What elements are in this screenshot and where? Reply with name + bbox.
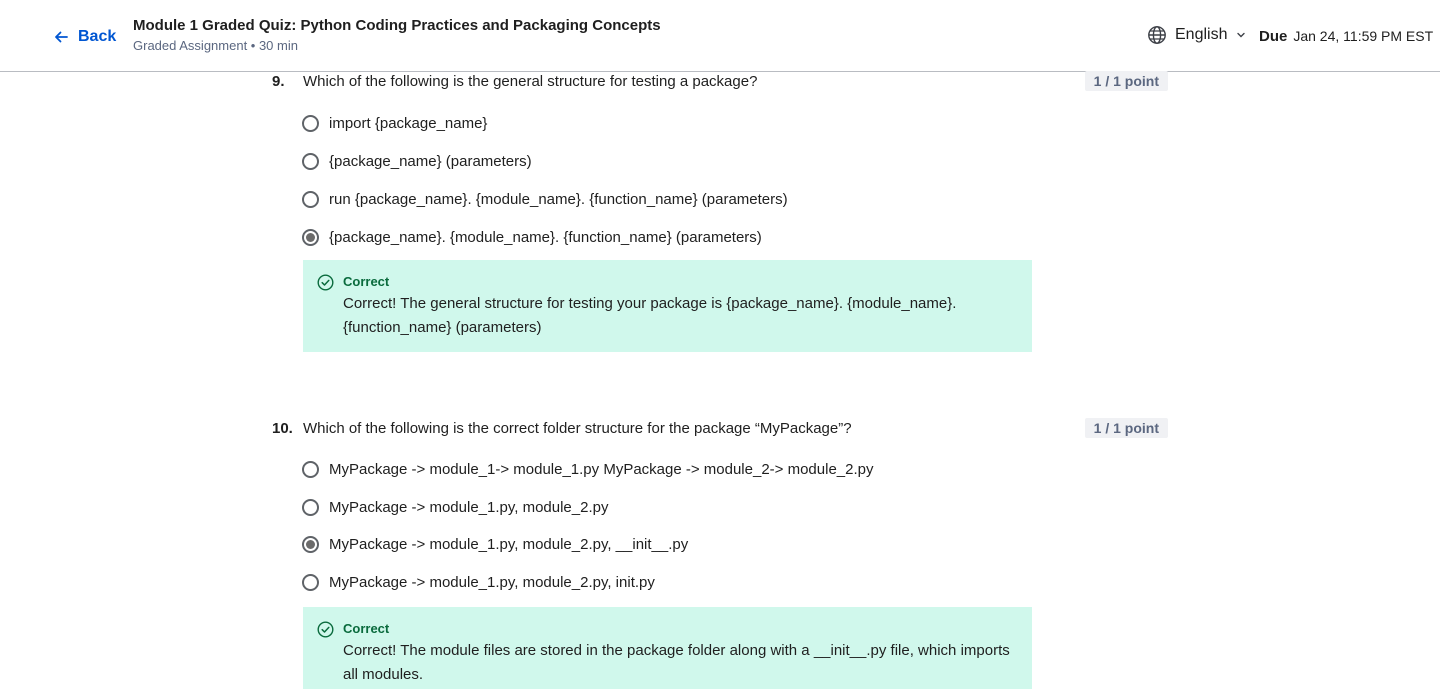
answer-option[interactable]: {package_name} (parameters) <box>302 150 532 172</box>
feedback-text: Correct! The general structure for testi… <box>343 295 957 336</box>
answer-option[interactable]: MyPackage -> module_1.py, module_2.py, _… <box>302 533 688 555</box>
arrow-left-icon <box>55 31 68 43</box>
due-label: Due <box>1259 28 1288 45</box>
option-label: run {package_name}. {module_name}. {func… <box>329 190 788 208</box>
check-circle-icon <box>317 621 334 638</box>
back-label: Back <box>78 28 117 45</box>
radio-button[interactable] <box>302 190 319 208</box>
feedback-text: Correct! The module files are stored in … <box>343 642 1010 683</box>
page-header: Back Module 1 Graded Quiz: Python Coding… <box>0 0 1440 72</box>
question-text: Which of the following is the correct fo… <box>303 420 852 437</box>
radio-button[interactable] <box>302 460 319 478</box>
due-value: Jan 24, 11:59 PM EST <box>1293 28 1434 44</box>
language-label: English <box>1175 26 1228 43</box>
radio-button[interactable] <box>302 573 319 591</box>
answer-option[interactable]: import {package_name} <box>302 112 487 134</box>
radio-button[interactable] <box>302 152 319 170</box>
radio-button[interactable] <box>302 498 319 516</box>
radio-button-selected[interactable] <box>302 228 319 246</box>
answer-option[interactable]: {package_name}. {module_name}. {function… <box>302 226 762 248</box>
points-badge: 1 / 1 point <box>1084 418 1168 438</box>
option-label: MyPackage -> module_1-> module_1.py MyPa… <box>329 460 874 478</box>
language-selector[interactable]: English <box>1147 25 1247 45</box>
answer-option[interactable]: run {package_name}. {module_name}. {func… <box>302 188 788 210</box>
option-label: MyPackage -> module_1.py, module_2.py, i… <box>329 573 655 591</box>
question-text: Which of the following is the general st… <box>303 73 758 90</box>
title-block: Module 1 Graded Quiz: Python Coding Prac… <box>133 16 661 56</box>
page-subtitle: Graded Assignment • 30 min <box>133 38 298 53</box>
page-title: Module 1 Graded Quiz: Python Coding Prac… <box>133 17 661 34</box>
feedback-box: Correct Correct! The module files are st… <box>303 607 1032 689</box>
due-date: Due Jan 24, 11:59 PM EST <box>1259 28 1433 45</box>
option-label: {package_name}. {module_name}. {function… <box>329 228 762 246</box>
option-label: {package_name} (parameters) <box>329 152 532 170</box>
question-number: 9. <box>272 73 285 90</box>
option-label: import {package_name} <box>329 114 488 132</box>
feedback-box: Correct Correct! The general structure f… <box>303 260 1032 352</box>
feedback-status: Correct <box>343 621 390 636</box>
answer-option[interactable]: MyPackage -> module_1.py, module_2.py <box>302 496 608 518</box>
globe-icon <box>1148 26 1166 44</box>
check-circle-icon <box>317 274 334 291</box>
points-badge: 1 / 1 point <box>1084 71 1168 91</box>
question-number: 10. <box>272 420 293 437</box>
answer-option[interactable]: MyPackage -> module_1-> module_1.py MyPa… <box>302 458 873 480</box>
radio-button-selected[interactable] <box>302 535 319 553</box>
back-button[interactable]: Back <box>52 24 116 50</box>
option-label: MyPackage -> module_1.py, module_2.py <box>329 498 609 516</box>
feedback-status: Correct <box>343 274 390 289</box>
answer-option[interactable]: MyPackage -> module_1.py, module_2.py, i… <box>302 571 655 593</box>
radio-button[interactable] <box>302 114 319 132</box>
option-label: MyPackage -> module_1.py, module_2.py, _… <box>329 535 689 553</box>
chevron-down-icon <box>1237 32 1246 38</box>
